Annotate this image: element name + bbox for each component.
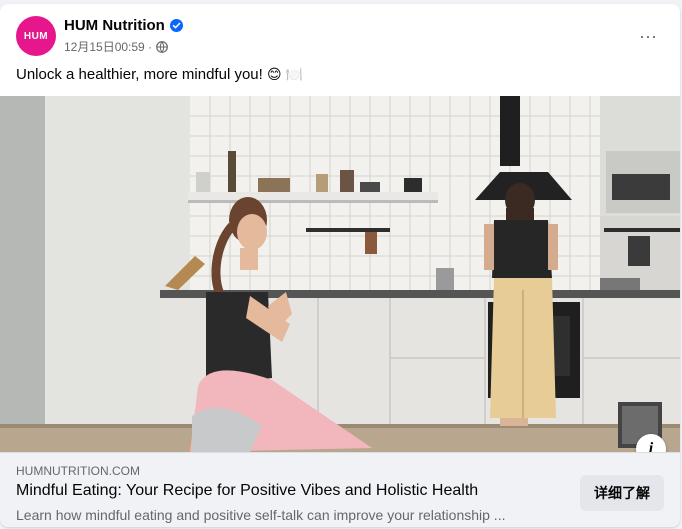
page-name-link[interactable]: HUM Nutrition bbox=[64, 17, 165, 34]
avatar[interactable]: HUM bbox=[16, 16, 56, 56]
page-name-row: HUM Nutrition bbox=[64, 17, 183, 34]
link-domain: HUMNUTRITION.COM bbox=[16, 464, 140, 478]
caption-emojis: 😊 🍽️ bbox=[266, 66, 303, 82]
globe-icon bbox=[156, 40, 168, 53]
link-title[interactable]: Mindful Eating: Your Recipe for Positive… bbox=[16, 482, 478, 500]
kitchen-scene-image bbox=[0, 96, 680, 452]
learn-more-button[interactable]: 详细了解 bbox=[580, 475, 664, 511]
post-card: HUM HUM Nutrition 12月15日00:59 · ··· Unlo… bbox=[0, 4, 680, 527]
link-preview[interactable]: HUMNUTRITION.COM Mindful Eating: Your Re… bbox=[0, 452, 680, 527]
post-caption: Unlock a healthier, more mindful you! 😊 … bbox=[16, 66, 303, 83]
more-icon: ··· bbox=[639, 25, 657, 46]
caption-text: Unlock a healthier, more mindful you! bbox=[16, 66, 263, 83]
info-icon: i bbox=[648, 440, 654, 452]
post-image[interactable]: i bbox=[0, 96, 680, 452]
post-timestamp[interactable]: 12月15日00:59 · bbox=[64, 38, 152, 55]
more-options-button[interactable]: ··· bbox=[632, 20, 664, 52]
post-header: HUM HUM Nutrition 12月15日00:59 · ··· bbox=[16, 16, 664, 56]
post-meta: 12月15日00:59 · bbox=[64, 38, 168, 55]
verified-badge-icon bbox=[169, 19, 183, 32]
link-description: Learn how mindful eating and positive se… bbox=[16, 507, 506, 523]
